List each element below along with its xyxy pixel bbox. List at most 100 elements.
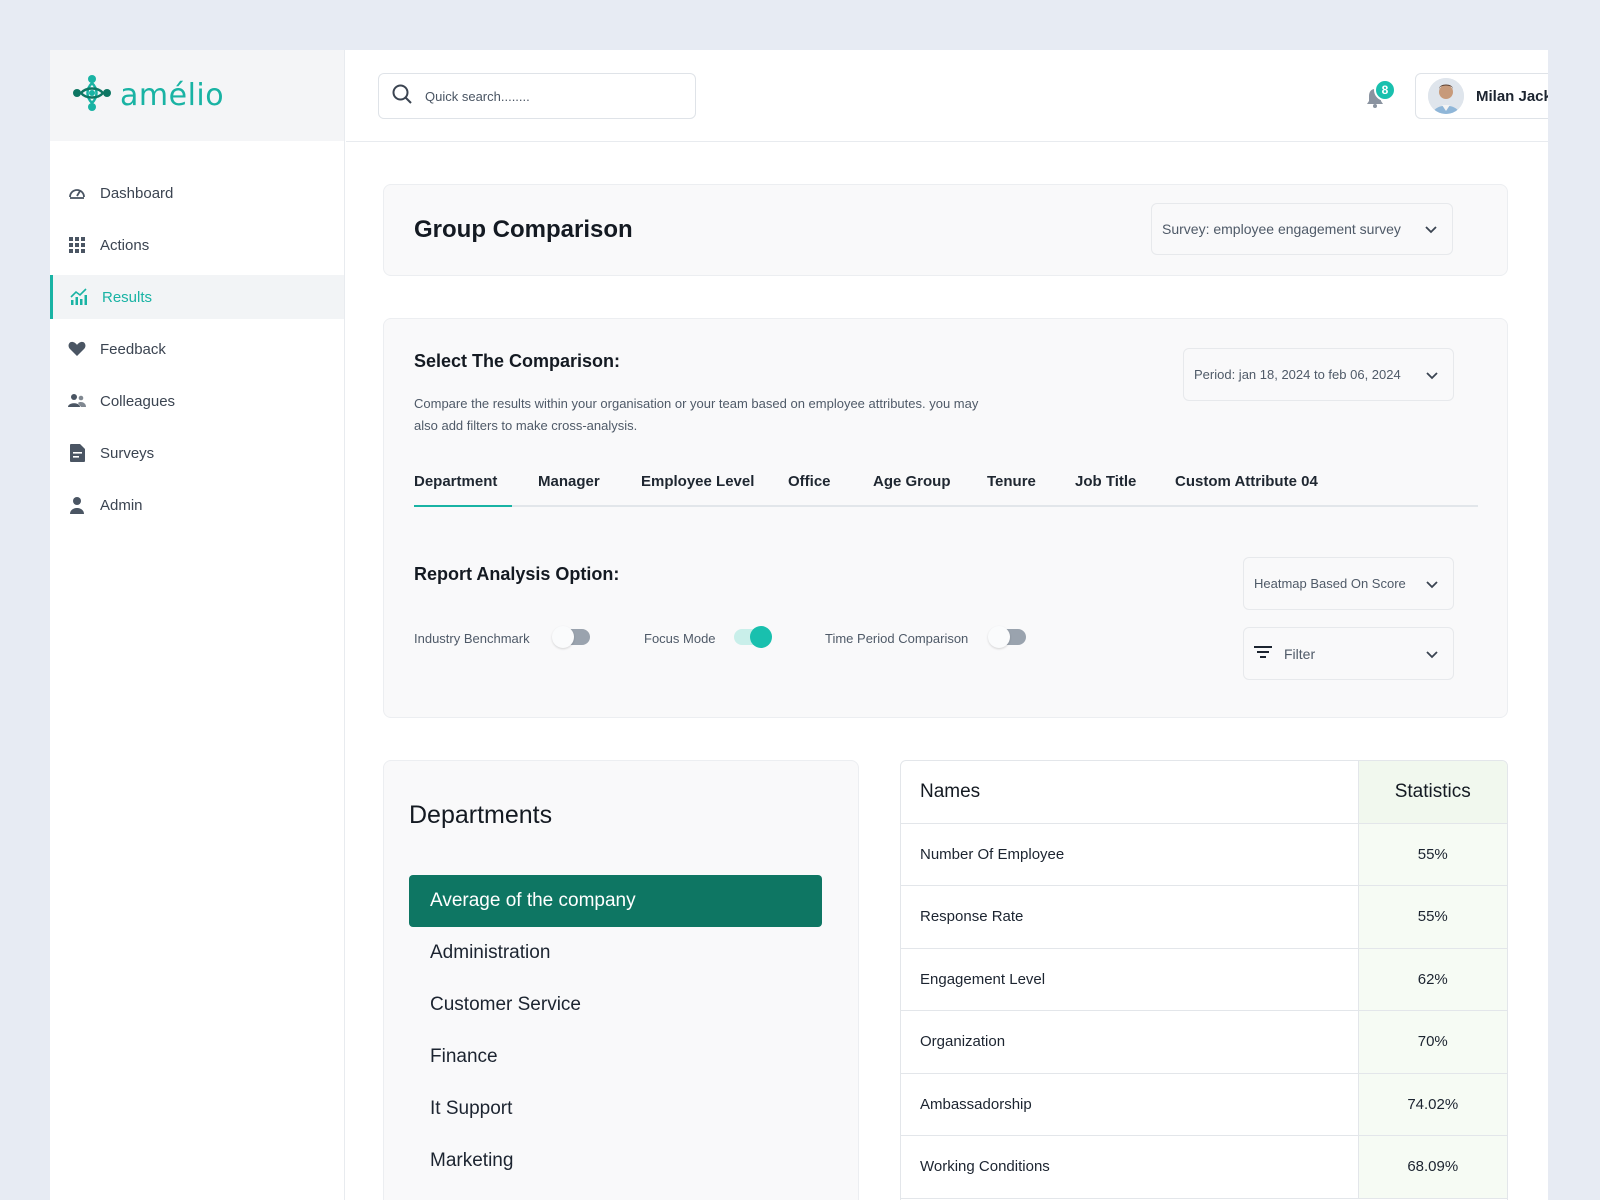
search-icon [391,83,413,110]
department-item-customer-service[interactable]: Customer Service [409,979,822,1031]
statistics-table: Names Statistics Number Of Employee 55% … [900,760,1508,1200]
table-header-row: Names Statistics [901,761,1507,824]
tab-employee-level[interactable]: Employee Level [641,473,754,490]
tab-manager[interactable]: Manager [538,473,600,490]
row-name: Ambassadorship [901,1073,1359,1136]
sidebar-item-label: Results [102,288,153,306]
row-name: Number Of Employee [901,823,1359,886]
table-row: Ambassadorship 74.02% [901,1073,1507,1136]
user-icon [68,496,86,514]
row-statistic: 70% [1358,1010,1507,1074]
user-menu[interactable]: Milan Jack [1415,73,1548,119]
row-name: Engagement Level [901,948,1359,1011]
filter-icon [1254,645,1272,662]
sidebar-item-label: Actions [100,236,150,254]
sidebar-item-label: Surveys [100,444,155,462]
sidebar-nav: Dashboard Actions Results Feedback Colle… [50,171,344,527]
time-period-comparison-label: Time Period Comparison [825,631,969,646]
sidebar-item-label: Admin [100,496,143,514]
report-options-title: Report Analysis Option: [414,564,620,584]
page-header-card: Group Comparison Survey: employee engage… [383,184,1508,276]
departments-title: Departments [409,801,553,829]
row-statistic: 74.02% [1358,1073,1507,1136]
industry-benchmark-label: Industry Benchmark [414,631,530,646]
row-name: Response Rate [901,885,1359,949]
avatar [1428,78,1464,114]
focus-mode-toggle[interactable] [734,626,772,648]
sidebar-item-dashboard[interactable]: Dashboard [50,171,344,215]
tab-custom-attribute-04[interactable]: Custom Attribute 04 [1175,473,1318,490]
grid-icon [68,236,86,254]
logo[interactable]: amélio [50,50,344,141]
sidebar: amélio Dashboard Actions Results Feedbac… [50,50,345,1200]
column-header-names: Names [901,761,1359,824]
toggle-knob [988,626,1010,648]
survey-select-value: Survey: employee engagement survey [1162,221,1401,237]
table-row: Working Conditions 68.09% [901,1135,1507,1199]
table-row: Response Rate 55% [901,885,1507,949]
search-box[interactable] [378,73,696,119]
sidebar-item-actions[interactable]: Actions [50,223,344,267]
search-input[interactable] [425,88,665,104]
tab-tenure[interactable]: Tenure [987,473,1036,490]
sidebar-item-colleagues[interactable]: Colleagues [50,379,344,423]
active-tab-indicator [414,505,512,507]
heart-icon [68,340,86,358]
toggle-knob [750,626,772,648]
sidebar-item-label: Colleagues [100,392,176,410]
top-bar: 8 Milan Jack [346,50,1548,142]
table-row: Organization 70% [901,1010,1507,1074]
app-window: amélio Dashboard Actions Results Feedbac… [50,50,1548,1200]
table-row: Number Of Employee 55% [901,823,1507,886]
heatmap-select-value: Heatmap Based On Score [1254,576,1406,591]
heatmap-select[interactable]: Heatmap Based On Score [1243,557,1454,610]
toggle-knob [552,626,574,648]
department-item-administration[interactable]: Administration [409,927,822,979]
row-name: Organization [901,1010,1359,1074]
survey-select[interactable]: Survey: employee engagement survey [1151,203,1453,255]
tab-age-group[interactable]: Age Group [873,473,951,490]
user-name: Milan Jack [1476,87,1548,105]
sidebar-item-feedback[interactable]: Feedback [50,327,344,371]
sidebar-item-results[interactable]: Results [50,275,344,319]
row-statistic: 68.09% [1358,1135,1507,1199]
comparison-tabs: Department Manager Employee Level Office… [414,459,1478,507]
logo-mark-icon [70,71,114,120]
statistics-grid: Names Statistics Number Of Employee 55% … [901,761,1507,1199]
page-title: Group Comparison [414,216,633,243]
sidebar-item-admin[interactable]: Admin [50,483,344,527]
chevron-down-icon [1425,368,1439,382]
tab-job-title[interactable]: Job Title [1075,473,1136,490]
departments-list: Average of the company Administration Cu… [409,875,822,1187]
filter-label: Filter [1284,645,1316,662]
sidebar-item-label: Dashboard [100,184,174,202]
users-icon [68,392,86,410]
chevron-down-icon [1425,577,1439,591]
gauge-icon [68,184,86,202]
tab-office[interactable]: Office [788,473,831,490]
filter-select[interactable]: Filter [1243,627,1454,680]
chevron-down-icon [1425,647,1439,661]
logo-text: amélio [120,78,225,113]
comparison-title: Select The Comparison: [414,351,621,371]
industry-benchmark-toggle[interactable] [552,626,590,648]
period-select-value: Period: jan 18, 2024 to feb 06, 2024 [1194,367,1401,382]
notification-badge: 8 [1374,79,1396,101]
document-icon [68,444,86,462]
table-row: Engagement Level 62% [901,948,1507,1011]
row-statistic: 62% [1358,948,1507,1011]
period-select[interactable]: Period: jan 18, 2024 to feb 06, 2024 [1183,348,1454,401]
focus-mode-label: Focus Mode [644,631,716,646]
department-item-finance[interactable]: Finance [409,1031,822,1083]
department-item-marketing[interactable]: Marketing [409,1135,822,1187]
comparison-card: Select The Comparison: Compare the resul… [383,318,1508,718]
chevron-down-icon [1424,222,1438,236]
row-statistic: 55% [1358,885,1507,949]
time-period-comparison-toggle[interactable] [988,626,1026,648]
comparison-description: Compare the results within your organisa… [414,396,979,433]
sidebar-item-surveys[interactable]: Surveys [50,431,344,475]
department-item-average[interactable]: Average of the company [409,875,822,927]
chart-icon [70,288,88,306]
tab-department[interactable]: Department [414,473,497,490]
department-item-it-support[interactable]: It Support [409,1083,822,1135]
